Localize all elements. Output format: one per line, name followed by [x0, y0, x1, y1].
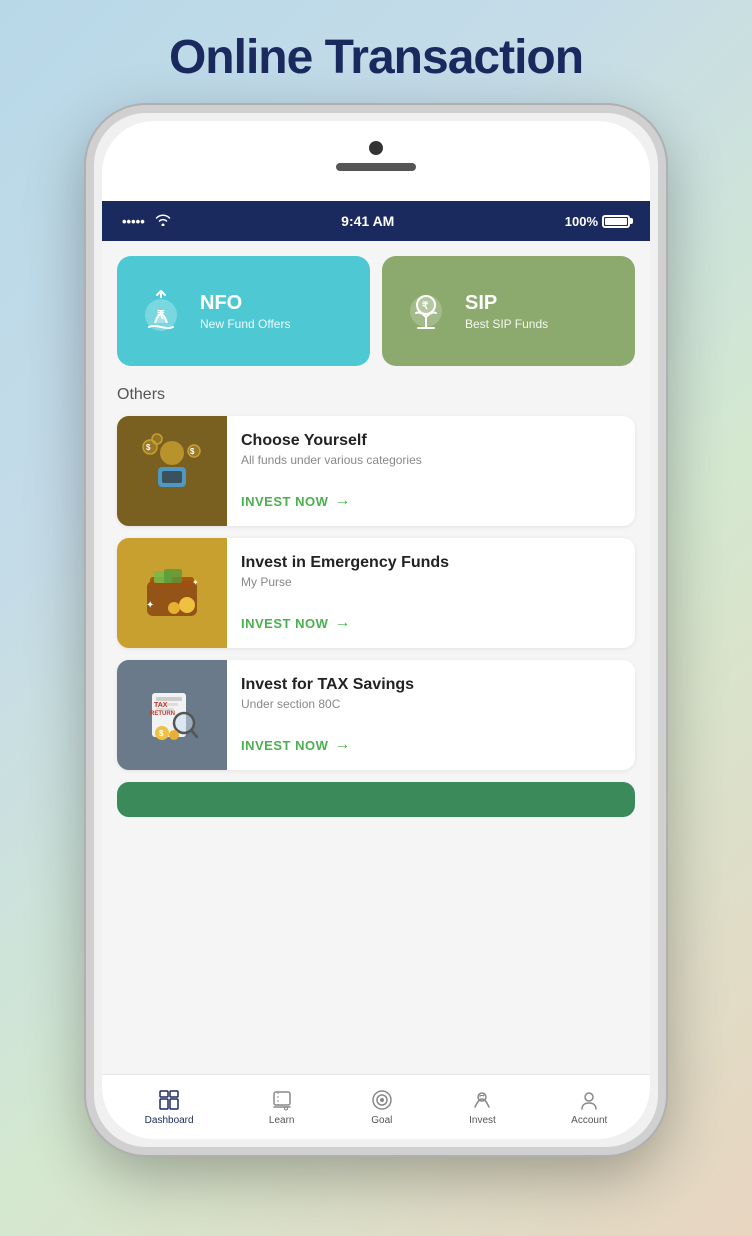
svg-text:₹: ₹ — [157, 308, 165, 322]
sip-card[interactable]: ₹ SIP B — [382, 256, 635, 366]
account-label: Account — [571, 1115, 607, 1126]
nfo-card-text: NFO New Fund Offers — [200, 291, 290, 331]
invest-now-label-1: INVEST NOW — [241, 494, 328, 509]
goal-label: Goal — [371, 1115, 392, 1126]
nfo-title: NFO — [200, 291, 290, 315]
volume-down-button — [86, 463, 88, 543]
list-item-choose-yourself[interactable]: $ $ Choose Yourself All funds under vari… — [117, 416, 635, 526]
emergency-funds-content: Invest in Emergency Funds My Purse INVES… — [227, 538, 635, 648]
phone-notch — [102, 121, 650, 201]
screen-content[interactable]: ₹ NFO New Fund Offers — [102, 241, 650, 1074]
section-others-label: Others — [117, 386, 635, 404]
choose-yourself-invest-btn[interactable]: INVEST NOW → — [241, 492, 621, 510]
nav-item-invest[interactable]: Invest — [459, 1083, 506, 1131]
list-item-emergency-funds[interactable]: ✦ ✦ Invest in Emergency Funds My Purse I… — [117, 538, 635, 648]
account-icon — [577, 1088, 601, 1112]
emergency-funds-img: ✦ ✦ — [117, 538, 227, 648]
signal-dots: ••••• — [122, 214, 145, 229]
page-title: Online Transaction — [149, 0, 603, 105]
tax-subtitle: Under section 80C — [241, 697, 621, 711]
choose-yourself-title: Choose Yourself — [241, 432, 621, 450]
front-camera — [369, 141, 383, 155]
top-cards-row: ₹ NFO New Fund Offers — [117, 256, 635, 366]
svg-text:$: $ — [190, 447, 195, 456]
phone-screen: ••••• 9:41 AM 100% — [102, 201, 650, 1139]
wifi-icon — [155, 214, 171, 229]
invest-icon — [470, 1088, 494, 1112]
tax-invest-btn[interactable]: INVEST NOW → — [241, 736, 621, 754]
sip-title: SIP — [465, 291, 548, 315]
status-left: ••••• — [122, 214, 171, 229]
dashboard-label: Dashboard — [145, 1115, 194, 1126]
svg-text:RETURN: RETURN — [150, 711, 175, 717]
power-button — [664, 313, 666, 383]
volume-button-right — [664, 403, 666, 523]
phone-inner: ••••• 9:41 AM 100% — [102, 121, 650, 1139]
invest-arrow-2: → — [334, 614, 351, 632]
tax-title: Invest for TAX Savings — [241, 676, 621, 694]
goal-icon — [370, 1088, 394, 1112]
svg-text:✦: ✦ — [192, 578, 199, 587]
nfo-card[interactable]: ₹ NFO New Fund Offers — [117, 256, 370, 366]
battery-pct-label: 100% — [565, 214, 598, 229]
battery-icon — [602, 215, 630, 228]
invest-label: Invest — [469, 1115, 496, 1126]
sip-subtitle: Best SIP Funds — [465, 317, 548, 331]
speaker — [336, 163, 416, 171]
list-item-tax-savings[interactable]: TAX RETURN $ — [117, 660, 635, 770]
phone-shell: ••••• 9:41 AM 100% — [86, 105, 666, 1155]
svg-text:✦: ✦ — [146, 600, 154, 611]
sip-card-text: SIP Best SIP Funds — [465, 291, 548, 331]
svg-text:$: $ — [159, 729, 164, 738]
learn-icon — [270, 1088, 294, 1112]
choose-yourself-content: Choose Yourself All funds under various … — [227, 416, 635, 526]
status-right: 100% — [565, 214, 630, 229]
svg-text:₹: ₹ — [422, 301, 429, 312]
invest-arrow-3: → — [334, 736, 351, 754]
invest-now-label-2: INVEST NOW — [241, 616, 328, 631]
tax-savings-content: Invest for TAX Savings Under section 80C… — [227, 660, 635, 770]
status-time: 9:41 AM — [341, 213, 394, 229]
choose-yourself-subtitle: All funds under various categories — [241, 453, 621, 467]
nfo-icon: ₹ — [133, 284, 188, 339]
svg-text:TAX: TAX — [154, 702, 168, 709]
emergency-invest-btn[interactable]: INVEST NOW → — [241, 614, 621, 632]
bottom-nav: Dashboard Learn — [102, 1074, 650, 1139]
choose-yourself-img: $ $ — [117, 416, 227, 526]
volume-up-button — [86, 363, 88, 443]
learn-label: Learn — [269, 1115, 295, 1126]
nfo-subtitle: New Fund Offers — [200, 317, 290, 331]
emergency-subtitle: My Purse — [241, 575, 621, 589]
phone-mockup: ••••• 9:41 AM 100% — [86, 105, 666, 1155]
nav-item-dashboard[interactable]: Dashboard — [135, 1083, 204, 1131]
mute-button — [86, 293, 88, 343]
svg-text:$: $ — [146, 443, 151, 452]
list-item-partial — [117, 782, 635, 817]
nav-item-account[interactable]: Account — [561, 1083, 617, 1131]
emergency-title: Invest in Emergency Funds — [241, 554, 621, 572]
nav-item-goal[interactable]: Goal — [360, 1083, 404, 1131]
invest-arrow-1: → — [334, 492, 351, 510]
status-bar: ••••• 9:41 AM 100% — [102, 201, 650, 241]
sip-icon: ₹ — [398, 284, 453, 339]
dashboard-icon — [157, 1088, 181, 1112]
invest-now-label-3: INVEST NOW — [241, 738, 328, 753]
tax-savings-img: TAX RETURN $ — [117, 660, 227, 770]
nav-item-learn[interactable]: Learn — [259, 1083, 305, 1131]
